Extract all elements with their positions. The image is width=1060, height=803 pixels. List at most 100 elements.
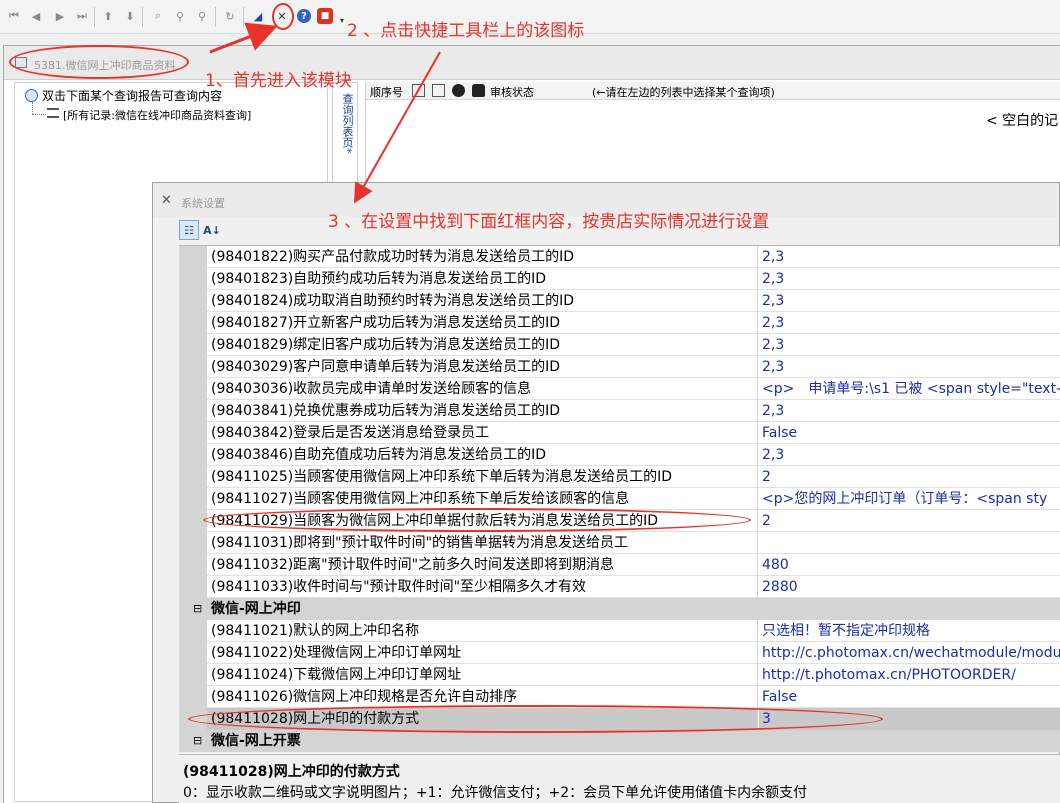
property-value[interactable]: 只选相！暂不指定冲印规格 <box>759 620 1060 642</box>
sort-alphabetical-icon[interactable]: A↓ <box>202 220 222 240</box>
property-row[interactable]: (98411032)距离"预计取件时间"之前多久时间发送即将到期消息 480 <box>179 554 1060 576</box>
move-down-icon[interactable]: ⬇ <box>122 8 138 24</box>
property-row[interactable]: (98411031)即将到"预计取件时间"的销售单据转为消息发送给员工 <box>179 532 1060 554</box>
empty-record-note: < 空白的记 <box>986 113 1059 129</box>
property-value[interactable]: 2,3 <box>759 268 1060 290</box>
property-name: (98411025)当顾客使用微信网上冲印系统下单后转为消息发送给员工的ID <box>207 466 758 488</box>
row-gutter <box>179 532 207 554</box>
collapse-icon[interactable]: ⊟ <box>193 734 202 747</box>
property-value[interactable]: 2,3 <box>759 356 1060 378</box>
annotation-step3: 3 、在设置中找到下面红框内容，按贵店实际情况进行设置 <box>328 212 770 232</box>
property-value[interactable]: 2 <box>759 466 1060 488</box>
property-row[interactable]: (98401822)购买产品付款成功时转为消息发送给员工的ID 2,3 <box>179 246 1060 268</box>
property-value[interactable]: 2,3 <box>759 400 1060 422</box>
property-name: (98403846)自助充值成功后转为消息发送给员工的ID <box>207 444 758 466</box>
highlight-ellipse-tools <box>272 3 294 30</box>
property-value[interactable]: http://c.photomax.cn/wechatmodule/module… <box>759 642 1060 664</box>
search-icon <box>25 89 38 102</box>
refresh-icon[interactable]: ↻ <box>222 8 238 24</box>
property-row[interactable]: (98411027)当顾客使用微信网上冲印系统下单后发给该顾客的信息 <p>您的网… <box>179 488 1060 510</box>
property-value[interactable]: False <box>759 422 1060 444</box>
property-row[interactable]: (98403846)自助充值成功后转为消息发送给员工的ID 2,3 <box>179 444 1060 466</box>
property-value[interactable]: 2,3 <box>759 290 1060 312</box>
help-icon[interactable]: ? <box>297 9 311 23</box>
property-name: (98401824)成功取消自助预约时转为消息发送给员工的ID <box>207 290 758 312</box>
column-seq[interactable]: 顺序号 <box>370 84 403 100</box>
property-value[interactable]: 2880 <box>759 576 1060 598</box>
property-name: (98403036)收款员完成申请单时发送给顾客的信息 <box>207 378 758 400</box>
property-value[interactable]: 2,3 <box>759 246 1060 268</box>
property-name: (98411033)收件时间与"预计取件时间"至少相隔多久才有效 <box>207 576 758 598</box>
move-up-icon[interactable]: ⬆ <box>100 8 116 24</box>
property-name: (98411022)处理微信网上冲印订单网址 <box>207 642 758 664</box>
property-row[interactable]: (98401823)自助预约成功后转为消息发送给员工的ID 2,3 <box>179 268 1060 290</box>
property-value[interactable] <box>759 532 1060 554</box>
report-icon[interactable]: ◢ <box>250 8 266 24</box>
row-gutter <box>179 444 207 466</box>
property-value[interactable]: <p> 申请单号:\s1 已被 <span style="text-d <box>759 378 1060 400</box>
property-row[interactable]: (98411025)当顾客使用微信网上冲印系统下单后转为消息发送给员工的ID 2 <box>179 466 1060 488</box>
find-icon[interactable]: ⌕ <box>150 8 166 24</box>
property-row[interactable]: (98401827)开立新客户成功后转为消息发送给员工的ID 2,3 <box>179 312 1060 334</box>
collapse-icon[interactable]: ⊟ <box>193 602 202 615</box>
property-value[interactable]: 2,3 <box>759 334 1060 356</box>
property-row[interactable]: (98411024)下载微信网上冲印订单网址 http://t.photomax.… <box>179 664 1060 686</box>
tree-root-label: 双击下面某个查询报告可查询内容 <box>42 89 223 103</box>
property-name: (98401823)自助预约成功后转为消息发送给员工的ID <box>207 268 758 290</box>
row-gutter <box>179 356 207 378</box>
property-row[interactable]: (98411022)处理微信网上冲印订单网址 http://c.photomax.… <box>179 642 1060 664</box>
row-gutter <box>179 466 207 488</box>
property-row[interactable]: (98411021)默认的网上冲印名称 只选相！暂不指定冲印规格 <box>179 620 1060 642</box>
property-value[interactable]: 480 <box>759 554 1060 576</box>
row-gutter <box>179 378 207 400</box>
row-gutter <box>179 664 207 686</box>
property-row[interactable]: (98403842)登录后是否发送消息给登录员工 False <box>179 422 1060 444</box>
property-row[interactable]: (98401829)绑定旧客户成功后转为消息发送给员工的ID 2,3 <box>179 334 1060 356</box>
tree-view-icon[interactable] <box>412 84 425 97</box>
link-icon[interactable] <box>432 84 445 97</box>
property-grid: (98401822)购买产品付款成功时转为消息发送给员工的ID 2,3 (98401… <box>179 245 1060 752</box>
first-record-icon[interactable]: ⏮ <box>6 8 22 24</box>
description-text: 0：显示收款二维码或文字说明图片；+1：允许微信支付；+2：会员下单允许使用储值… <box>183 785 808 801</box>
annotation-step1: 1、首先进入该模块 <box>205 71 352 91</box>
property-row[interactable]: (98403029)客户同意申请单后转为消息发送给员工的ID 2,3 <box>179 356 1060 378</box>
property-toolbar: ☷ A↓ <box>175 219 235 241</box>
tree-connector <box>32 114 46 115</box>
toolbar-separator <box>243 7 244 27</box>
prev-record-icon[interactable]: ◀ <box>28 8 44 24</box>
property-value[interactable]: False <box>759 686 1060 708</box>
lock-icon[interactable] <box>472 84 485 97</box>
exit-icon[interactable]: ■ <box>317 8 333 24</box>
property-value[interactable]: 2,3 <box>759 312 1060 334</box>
toolbar-separator <box>142 7 143 27</box>
close-circle-icon[interactable] <box>452 84 465 97</box>
toolbar-separator <box>215 7 216 27</box>
next-record-icon[interactable]: ▶ <box>52 8 68 24</box>
description-title: (98411028)网上冲印的付款方式 <box>183 764 400 780</box>
property-row[interactable]: (98401824)成功取消自助预约时转为消息发送给员工的ID 2,3 <box>179 290 1060 312</box>
property-row[interactable]: (98411033)收件时间与"预计取件时间"至少相隔多久才有效 2880 <box>179 576 1060 598</box>
property-name: (98403841)兑换优惠券成功后转为消息发送给员工的ID <box>207 400 758 422</box>
categorized-icon[interactable]: ☷ <box>179 220 199 240</box>
column-status[interactable]: 审核状态 <box>490 84 534 100</box>
category-wechat-invoice[interactable]: ⊟ 微信-网上开票 <box>179 730 1060 752</box>
property-value[interactable]: 2 <box>759 510 1060 532</box>
tree-connector <box>32 102 33 114</box>
property-name: (98411031)即将到"预计取件时间"的销售单据转为消息发送给员工 <box>207 532 758 554</box>
row-gutter <box>179 268 207 290</box>
list-header: 顺序号 审核状态 (←请在左边的列表中选择某个查询项) <box>366 82 1060 100</box>
tree-root[interactable]: 双击下面某个查询报告可查询内容 <box>25 87 222 104</box>
property-row[interactable]: (98403841)兑换优惠券成功后转为消息发送给员工的ID 2,3 <box>179 400 1060 422</box>
tree-item-all-records[interactable]: [所有记录:微信在线冲印商品资料查询] <box>63 107 251 123</box>
property-name: (98411021)默认的网上冲印名称 <box>207 620 758 642</box>
query-icon[interactable]: ⚲ <box>172 8 188 24</box>
property-value[interactable]: http://t.photomax.cn/PHOTOORDER/ <box>759 664 1060 686</box>
property-value[interactable]: <p>您的网上冲印订单（订单号：<span sty <box>759 488 1060 510</box>
property-value[interactable]: 2,3 <box>759 444 1060 466</box>
property-row[interactable]: (98403036)收款员完成申请单时发送给顾客的信息 <p> 申请单号:\s1 … <box>179 378 1060 400</box>
row-gutter <box>179 400 207 422</box>
dropdown-icon[interactable]: ▾ <box>338 12 346 28</box>
refresh-query-icon[interactable]: ⚲ <box>194 8 210 24</box>
category-wechat-print[interactable]: ⊟ 微信-网上冲印 <box>179 598 1060 620</box>
last-record-icon[interactable]: ⏭ <box>74 8 90 24</box>
